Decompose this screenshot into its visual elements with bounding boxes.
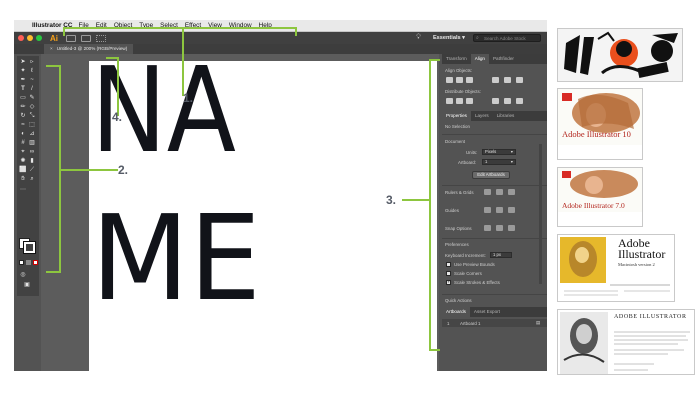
annotation-bracket-tools [46,65,61,273]
annotation-label-2: 2. [118,163,129,177]
annotation-bracket-doctab [106,57,119,116]
illustrator-7-title: Adobe Illustrator 7.0 [562,201,625,210]
illustrator-10-title: Adobe Illustrator 10 [562,129,631,139]
thumbnail-illustrator-original: ADOBE ILLUSTRATOR [557,309,695,375]
illustrator-10-art [558,93,642,159]
annotation-label-4: 4. [112,110,123,124]
screenshot-stage: Illustrator CC File Edit Object Type Sel… [0,0,700,400]
illustrator-mac-2-subtitle: Macintosh version 2 [618,262,655,267]
illustrator-original-title: ADOBE ILLUSTRATOR [614,314,687,320]
annotation-label-3: 3. [386,193,397,207]
annotation-label-1: 1. [183,91,194,105]
cc-splash-art [558,29,682,81]
thumbnail-illustrator-mac-2: Adobe Illustrator Macintosh version 2 [557,234,675,302]
illustrator-mac-2-title-line2: Illustrator [618,247,666,261]
thumbnail-illustrator-10: Adobe Illustrator 10 [557,88,643,160]
annotation-bracket-panels [429,59,440,351]
annotation-bracket-menubar [63,27,297,36]
illustrator-mac-2-art [560,237,670,296]
illustrator-7-art [558,170,642,226]
thumbnail-cc-splash [557,28,683,82]
thumbnail-illustrator-7: Adobe Illustrator 7.0 [557,167,643,227]
